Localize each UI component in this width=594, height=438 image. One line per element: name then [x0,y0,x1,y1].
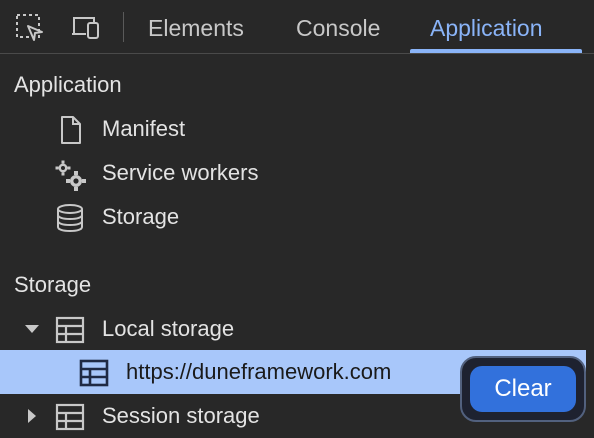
sidebar-item-service-workers[interactable]: Service workers [0,151,594,195]
expand-arrow-right-icon[interactable] [24,408,40,424]
sidebar-item-local-storage[interactable]: Local storage [0,307,594,351]
table-icon [55,315,85,345]
device-toggle-icon[interactable] [70,12,102,44]
database-icon [55,203,85,233]
gears-icon [54,159,86,191]
sidebar-item-label: Session storage [102,403,260,428]
tab-elements[interactable]: Elements [148,0,244,54]
storage-section-header: Storage [14,272,92,297]
inspect-element-icon[interactable] [14,12,46,44]
sidebar-item-label: https://duneframework.com [126,359,392,384]
active-tab-indicator [410,49,582,53]
sidebar-item-label: Local storage [102,316,235,341]
table-icon [55,402,85,432]
sidebar-item-label: Storage [102,204,180,229]
clear-button[interactable]: Clear [470,366,576,412]
toolbar-divider [123,12,124,42]
sidebar-item-label: Service workers [102,160,259,185]
table-icon [79,358,109,388]
sidebar-item-storage[interactable]: Storage [0,195,594,239]
tab-console[interactable]: Console [296,0,380,54]
sidebar-item-label: Manifest [102,116,186,141]
expand-arrow-down-icon[interactable] [24,321,40,337]
document-icon [56,115,86,145]
clear-popup: Clear [460,356,586,422]
sidebar-item-manifest[interactable]: Manifest [0,107,594,151]
tab-application[interactable]: Application [430,0,543,54]
devtools-toolbar: Elements Console Application [0,0,594,54]
application-section-header: Application [14,72,122,97]
